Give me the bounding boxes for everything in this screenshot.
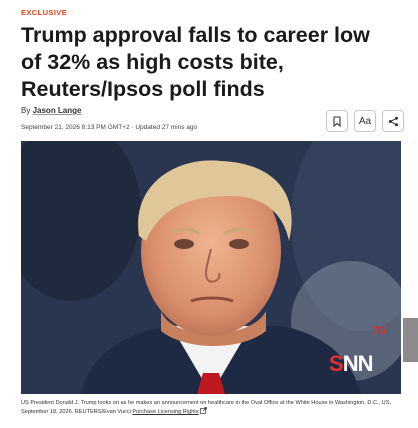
bookmark-button[interactable] xyxy=(326,110,348,132)
licensing-link[interactable]: Purchase Licensing Rights xyxy=(132,409,198,415)
share-icon xyxy=(388,116,398,126)
side-scroll-tab[interactable] xyxy=(403,318,418,362)
exclusive-tag: EXCLUSIVE xyxy=(21,8,68,17)
text-size-button[interactable]: Aa xyxy=(354,110,376,132)
byline: By Jason Lange xyxy=(21,106,81,115)
article-photo: TV SNN xyxy=(21,141,401,394)
article-toolbar: Aa xyxy=(326,110,404,132)
updated-time: · Updated 27 mins ago xyxy=(131,124,198,131)
dateline: September 21, 2026 8:13 PM GMT+2 · Updat… xyxy=(21,124,197,131)
byline-prefix: By xyxy=(21,106,31,115)
article-headline: Trump approval falls to career low of 32… xyxy=(21,23,370,101)
photo-caption: US President Donald J. Trump looks on as… xyxy=(21,399,401,416)
external-link-icon[interactable] xyxy=(200,407,208,415)
watermark-tv: TV xyxy=(372,325,387,337)
watermark-nn: NN xyxy=(342,351,374,376)
publish-time: September 21, 2026 8:13 PM GMT+2 xyxy=(21,124,130,131)
watermark-snn: SNN xyxy=(329,351,374,377)
bookmark-icon xyxy=(333,115,341,127)
watermark-s: S xyxy=(329,351,344,376)
share-button[interactable] xyxy=(382,110,404,132)
snn-tv-watermark: TV SNN xyxy=(329,325,391,377)
author-link[interactable]: Jason Lange xyxy=(33,106,82,115)
